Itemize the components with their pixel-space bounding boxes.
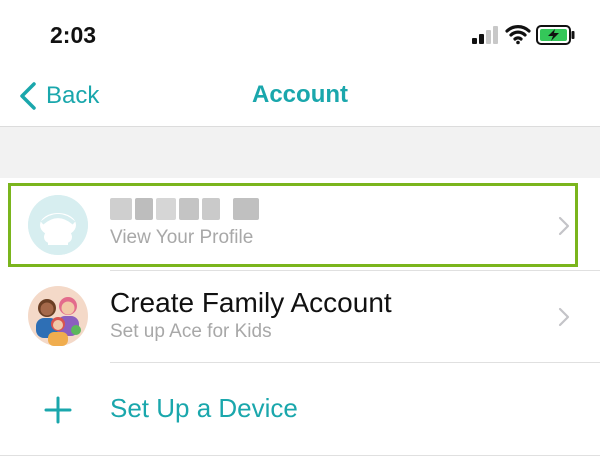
chevron-right-icon [558, 307, 570, 327]
create-family-account-title: Create Family Account [110, 287, 392, 318]
create-family-account-row[interactable]: Create Family Account Set up Ace for Kid… [0, 271, 600, 362]
status-bar: 2:03 [0, 0, 600, 70]
navigation-bar: Back Account [0, 70, 600, 126]
row-separator [0, 455, 600, 456]
page-title: Account [252, 81, 348, 108]
section-header [0, 126, 600, 178]
status-time: 2:03 [50, 22, 97, 48]
plus-icon [44, 396, 72, 424]
set-up-device-label: Set Up a Device [110, 393, 298, 423]
signal-icon [472, 26, 498, 44]
create-family-account-subtitle: Set up Ace for Kids [110, 321, 272, 342]
battery-charging-icon [536, 25, 575, 45]
set-up-device-row[interactable]: Set Up a Device [0, 363, 600, 455]
family-avatar-icon [28, 286, 88, 346]
highlight-box [8, 183, 578, 267]
wifi-icon [505, 25, 531, 45]
